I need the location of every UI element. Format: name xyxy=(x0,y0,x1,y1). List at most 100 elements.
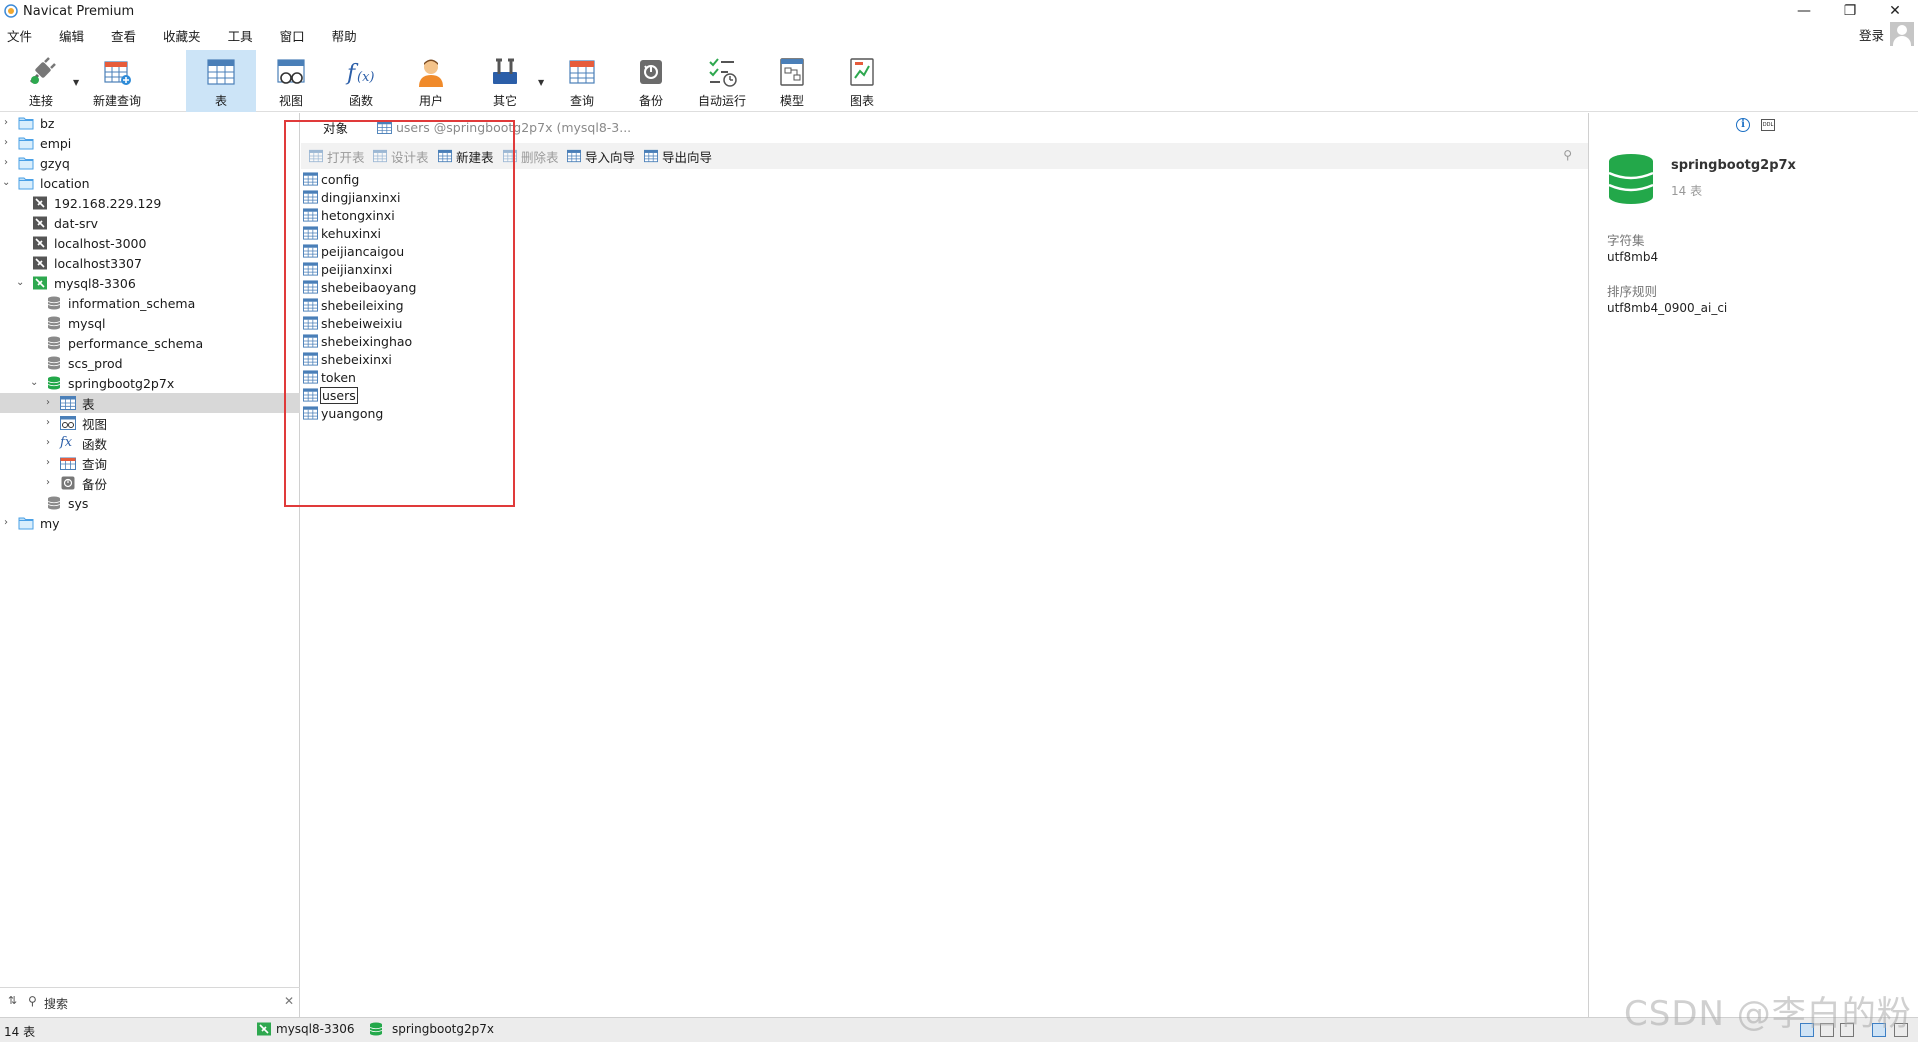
search-icon: ⚲ xyxy=(28,994,37,1008)
connection-icon xyxy=(32,236,48,250)
menu-tools[interactable]: 工具 xyxy=(221,26,263,45)
query-button[interactable]: 查询 xyxy=(553,50,611,112)
restore-button[interactable]: ❐ xyxy=(1827,0,1873,22)
tree-item-database[interactable]: sys xyxy=(0,493,300,513)
user-avatar-icon[interactable] xyxy=(1890,22,1914,46)
database-open-icon xyxy=(46,376,62,390)
connect-dropdown-icon[interactable]: ▼ xyxy=(73,78,79,87)
menu-bar: 文件 编辑 查看 收藏夹 工具 窗口 帮助 xyxy=(0,24,1918,46)
folder-icon xyxy=(18,136,34,150)
chevron-down-icon[interactable]: ⌄ xyxy=(16,278,26,288)
folder-icon xyxy=(18,116,34,130)
tree-item-database[interactable]: performance_schema xyxy=(0,333,300,353)
main-toolbar: 连接 ▼ 新建查询 表 视图 f (x) 函数 用户 其它 ▼ 查询 备份 自动… xyxy=(0,50,1918,112)
query-label: 查询 xyxy=(569,94,594,108)
chevron-right-icon[interactable]: › xyxy=(46,398,56,408)
database-icon xyxy=(1608,154,1654,204)
chart-button[interactable]: 图表 xyxy=(833,50,891,112)
other-button[interactable]: 其它 xyxy=(476,50,534,112)
user-button[interactable]: 用户 xyxy=(402,50,460,112)
new-query-icon xyxy=(104,61,131,85)
chevron-down-icon[interactable]: ⌄ xyxy=(30,378,40,388)
chevron-right-icon[interactable]: › xyxy=(4,138,14,148)
info-panel: i DDL springbootg2p7x 14 表 字符集 utf8mb4 排… xyxy=(1588,113,1918,1017)
tree-item-connection[interactable]: 192.168.229.129 xyxy=(0,193,300,213)
chevron-right-icon[interactable]: › xyxy=(4,518,14,528)
chevron-right-icon[interactable]: › xyxy=(46,478,56,488)
tree-item-connection[interactable]: localhost3307 xyxy=(0,253,300,273)
new-query-label: 新建查询 xyxy=(92,94,141,108)
database-icon xyxy=(46,496,62,510)
search-input[interactable]: 搜索 xyxy=(44,995,68,1012)
chevron-down-icon[interactable]: ⌄ xyxy=(2,178,12,188)
restore-icon: ❐ xyxy=(1843,3,1857,19)
menu-favorites[interactable]: 收藏夹 xyxy=(156,26,211,45)
other-dropdown-icon[interactable]: ▼ xyxy=(538,78,544,87)
menu-edit[interactable]: 编辑 xyxy=(52,26,94,45)
menu-file[interactable]: 文件 xyxy=(0,26,42,45)
tree-search-bar[interactable]: ⇅ ⚲ 搜索 ✕ xyxy=(0,987,300,1015)
login-link[interactable]: 登录 xyxy=(1859,25,1884,44)
import-wizard-button[interactable]: 导入向导 xyxy=(567,147,635,165)
table-button[interactable]: 表 xyxy=(186,50,256,112)
chevron-right-icon[interactable]: › xyxy=(46,458,56,468)
info-icon[interactable]: i xyxy=(1736,118,1750,132)
tree-item-database[interactable]: scs_prod xyxy=(0,353,300,373)
ddl-icon[interactable]: DDL xyxy=(1761,119,1775,131)
tree-item-views[interactable]: › 视图 xyxy=(0,413,300,433)
function-label: 函数 xyxy=(348,94,373,108)
database-icon xyxy=(46,296,62,310)
tree-item-connection[interactable]: dat-srv xyxy=(0,213,300,233)
title-bar: Navicat Premium — ❐ ✕ xyxy=(0,0,1918,22)
collation-value: utf8mb4_0900_ai_ci xyxy=(1607,301,1728,315)
status-database: springbootg2p7x xyxy=(368,1022,494,1036)
new-query-button[interactable]: 新建查询 xyxy=(88,50,146,112)
tree-item-location[interactable]: ⌄ location xyxy=(0,173,300,193)
sort-arrows-icon[interactable]: ⇅ xyxy=(8,994,17,1007)
tools-icon xyxy=(493,58,517,84)
database-name: springbootg2p7x xyxy=(1671,158,1796,173)
backup-label: 备份 xyxy=(638,94,663,108)
tree-item-springbootg2p7x[interactable]: ⌄ springbootg2p7x xyxy=(0,373,300,393)
view-button[interactable]: 视图 xyxy=(262,50,320,112)
tree-item-my[interactable]: › my xyxy=(0,513,300,533)
highlight-annotation-box xyxy=(284,120,515,507)
status-connection: mysql8-3306 xyxy=(256,1022,355,1036)
tree-item-database[interactable]: mysql xyxy=(0,313,300,333)
tree-item-empi[interactable]: › empi xyxy=(0,133,300,153)
minimize-button[interactable]: — xyxy=(1781,0,1827,22)
watermark: CSDN @李白的粉 xyxy=(1624,994,1912,1034)
function-button[interactable]: f (x) 函数 xyxy=(332,50,390,112)
connect-button[interactable]: 连接 xyxy=(10,50,72,112)
minimize-icon: — xyxy=(1797,3,1811,19)
backup-button[interactable]: 备份 xyxy=(622,50,680,112)
search-icon[interactable]: ⚲ xyxy=(1563,148,1572,162)
tree-item-bz[interactable]: › bz xyxy=(0,113,300,133)
chevron-right-icon[interactable]: › xyxy=(4,158,14,168)
tree-item-mysql8-3306[interactable]: ⌄ mysql8-3306 xyxy=(0,273,300,293)
model-button[interactable]: 模型 xyxy=(763,50,821,112)
other-label: 其它 xyxy=(492,94,517,108)
chevron-right-icon[interactable]: › xyxy=(46,418,56,428)
folder-icon xyxy=(18,176,34,190)
menu-window[interactable]: 窗口 xyxy=(273,26,315,45)
clear-search-icon[interactable]: ✕ xyxy=(284,994,294,1008)
menu-help[interactable]: 帮助 xyxy=(325,26,367,45)
user-icon xyxy=(419,59,443,87)
tree-item-functions[interactable]: › fx 函数 xyxy=(0,433,300,453)
connection-icon xyxy=(32,196,48,210)
tree-item-queries[interactable]: › 查询 xyxy=(0,453,300,473)
tree-item-database[interactable]: information_schema xyxy=(0,293,300,313)
export-wizard-button[interactable]: 导出向导 xyxy=(644,147,712,165)
tree-item-gzyq[interactable]: › gzyq xyxy=(0,153,300,173)
chevron-right-icon[interactable]: › xyxy=(46,438,56,448)
tree-item-tables[interactable]: › 表 xyxy=(0,393,300,413)
tree-item-connection[interactable]: localhost-3000 xyxy=(0,233,300,253)
autorun-label: 自动运行 xyxy=(697,94,746,108)
tree-item-backups[interactable]: › 备份 xyxy=(0,473,300,493)
close-window-button[interactable]: ✕ xyxy=(1872,0,1918,22)
query-icon xyxy=(60,456,76,470)
autorun-button[interactable]: 自动运行 xyxy=(690,50,754,112)
menu-view[interactable]: 查看 xyxy=(104,26,146,45)
chevron-right-icon[interactable]: › xyxy=(4,118,14,128)
